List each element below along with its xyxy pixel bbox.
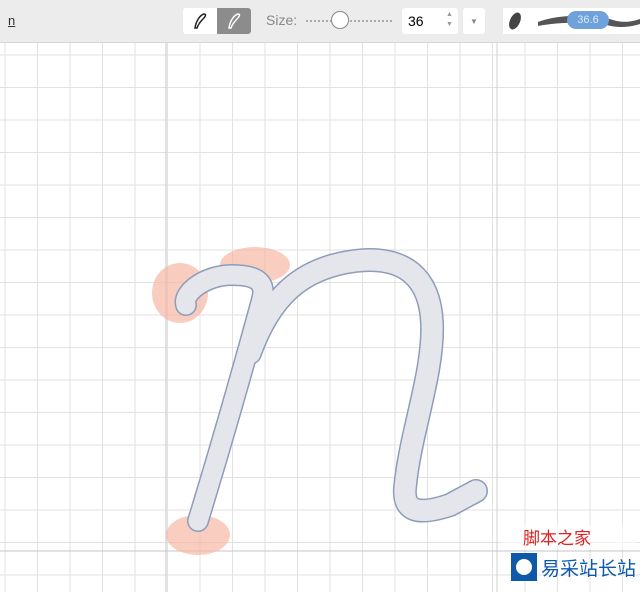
stroke-size-badge: 36.6 [567,11,609,29]
size-slider-knob[interactable] [331,11,349,29]
letter-n-stroke [174,248,488,532]
pen-tool-button[interactable] [183,8,217,34]
size-stepper[interactable]: ▲ ▼ [446,10,453,30]
svg-text:易采站长站: 易采站长站 [541,558,636,580]
document-name[interactable]: n [8,13,15,28]
size-slider[interactable] [306,20,392,22]
grid [0,43,640,592]
size-dropdown[interactable]: ▼ [463,8,485,34]
svg-text:脚本之家: 脚本之家 [523,529,591,549]
pen-stroke-icon [194,13,207,29]
size-label: Size: [266,12,298,28]
toolbar: n Size: ▲▼ ▼ 36.6 [0,0,640,43]
watermark-logo: 脚本之家 易采站长站 [501,525,636,588]
drawing-canvas[interactable] [0,43,640,592]
brush-stroke-icon [228,13,241,29]
brush-tool-button[interactable] [217,8,251,34]
chevron-down-icon: ▼ [470,16,478,26]
tool-toggle [183,8,251,34]
